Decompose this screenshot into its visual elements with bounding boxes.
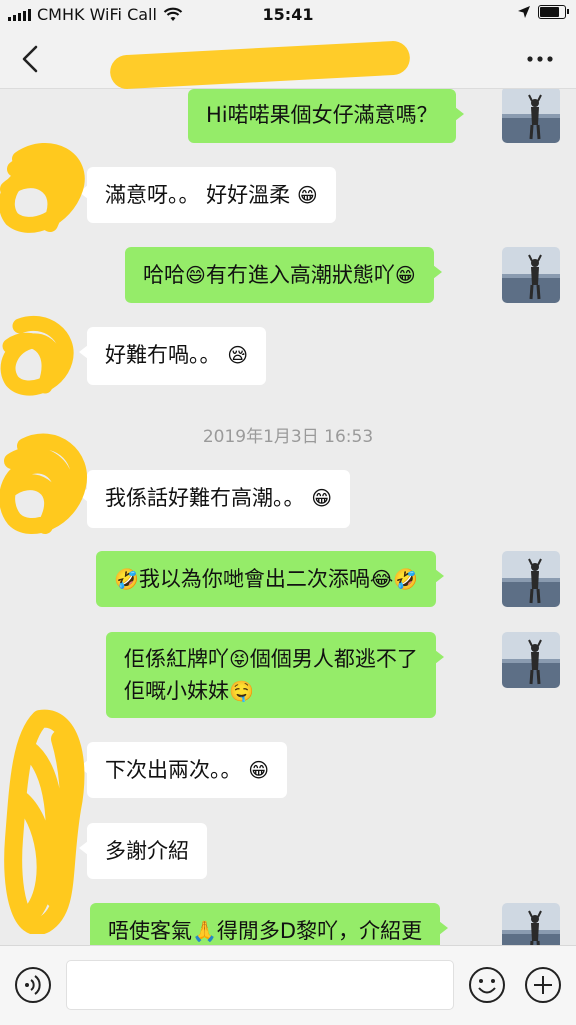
message-bubble-out[interactable]: 唔使客氣🙏得閒多D黎吖，介紹更 bbox=[90, 903, 449, 945]
avatar-photo bbox=[502, 903, 560, 945]
avatar[interactable] bbox=[502, 89, 560, 143]
emoji-icon: 😁 bbox=[248, 758, 270, 782]
battery-icon bbox=[538, 5, 569, 19]
message-text: 個個男人都逃不了 bbox=[249, 647, 418, 671]
avatar[interactable] bbox=[502, 247, 560, 303]
message-bubble-out[interactable]: Hi喏喏果個女仔滿意嗎？ bbox=[188, 89, 464, 143]
emoji-icon: 🤣 bbox=[114, 567, 139, 591]
emoji-icon: 😂 bbox=[369, 567, 394, 591]
voice-icon[interactable] bbox=[14, 966, 52, 1004]
message-bubble-out[interactable]: 🤣我以為你哋會出二次添喎😂🤣 bbox=[96, 551, 445, 607]
message-input[interactable] bbox=[66, 960, 454, 1010]
status-time: 15:41 bbox=[262, 5, 314, 24]
input-bar bbox=[0, 945, 576, 1025]
avatar-photo bbox=[502, 551, 560, 607]
message-text: 多謝介紹 bbox=[105, 839, 189, 863]
redaction-scribble bbox=[0, 433, 87, 534]
message-text: 滿意呀。。 好好溫柔 bbox=[105, 183, 297, 207]
emoji-icon: 🤣 bbox=[393, 567, 419, 591]
avatar[interactable] bbox=[502, 632, 560, 688]
message-bubble-in[interactable]: 滿意呀。。 好好溫柔 😁 bbox=[79, 167, 336, 223]
message-line: 佢嘅小妹妹🤤 bbox=[124, 675, 418, 707]
message-text: 哈哈 bbox=[143, 263, 185, 287]
message-bubble-in[interactable]: 我係話好難冇高潮。。 😁 bbox=[78, 470, 351, 528]
emoji-icon: 😁 bbox=[394, 263, 416, 287]
status-bar: CMHK WiFi Call 15:41 bbox=[0, 0, 576, 30]
emoji-icon: 😁 bbox=[296, 183, 318, 207]
message-bubble-out[interactable]: 哈哈😄有冇進入高潮狀態吖😁 bbox=[125, 247, 442, 303]
message-bubble-in[interactable]: 多謝介紹 bbox=[79, 823, 207, 879]
message-text: 我係話好難冇高潮。。 bbox=[105, 486, 312, 510]
chat-area[interactable]: Hi喏喏果個女仔滿意嗎？ 滿意呀。。 好好溫柔 😁 哈哈😄有冇進入高潮狀態吖😁 … bbox=[0, 89, 576, 945]
redaction-scribble bbox=[0, 315, 74, 396]
message-bubble-out[interactable]: 佢係紅牌吖😝個個男人都逃不了 佢嘅小妹妹🤤 bbox=[106, 632, 444, 718]
battery-level bbox=[540, 7, 559, 17]
message-bubble-in[interactable]: 好難冇喎。。 😪 bbox=[78, 327, 267, 385]
avatar-photo bbox=[502, 247, 560, 303]
message-text: 佢係紅牌吖 bbox=[124, 647, 229, 671]
message-text: 我以為你哋會出二次添喎 bbox=[138, 567, 370, 591]
message-text: Hi喏喏果個女仔滿意嗎？ bbox=[206, 103, 438, 127]
message-line: 佢係紅牌吖😝個個男人都逃不了 bbox=[124, 643, 418, 675]
message-text: 佢嘅小妹妹 bbox=[124, 679, 229, 703]
message-text: 得閒多D黎吖，介紹更 bbox=[216, 919, 423, 943]
location-arrow-icon bbox=[518, 6, 530, 18]
emoji-icon[interactable] bbox=[468, 966, 506, 1004]
emoji-icon: 😪 bbox=[227, 343, 249, 367]
avatar[interactable] bbox=[502, 551, 560, 607]
emoji-icon: 😄 bbox=[185, 263, 206, 287]
message-text: 有冇進入高潮狀態吖 bbox=[205, 263, 395, 287]
nav-bar bbox=[0, 30, 576, 90]
message-text: 下次出兩次。。 bbox=[105, 758, 249, 782]
ellipsis-icon[interactable] bbox=[522, 44, 558, 74]
chevron-left-icon[interactable] bbox=[14, 42, 48, 76]
plus-icon[interactable] bbox=[524, 966, 562, 1004]
message-text: 唔使客氣 bbox=[108, 919, 192, 943]
message-bubble-in[interactable]: 下次出兩次。。 😁 bbox=[78, 742, 288, 798]
emoji-icon: 😁 bbox=[311, 486, 333, 510]
emoji-icon: 🙏 bbox=[192, 919, 217, 943]
avatar-photo bbox=[502, 632, 560, 688]
emoji-icon: 🤤 bbox=[229, 679, 254, 703]
redaction-scribble bbox=[4, 709, 85, 934]
status-right bbox=[518, 5, 569, 19]
redacted-contact-name bbox=[109, 40, 411, 90]
emoji-icon: 😝 bbox=[229, 647, 250, 671]
redaction-scribble bbox=[0, 142, 85, 233]
message-text: 好難冇喎。。 bbox=[105, 343, 228, 367]
avatar-photo bbox=[502, 89, 560, 143]
avatar[interactable] bbox=[502, 903, 560, 945]
